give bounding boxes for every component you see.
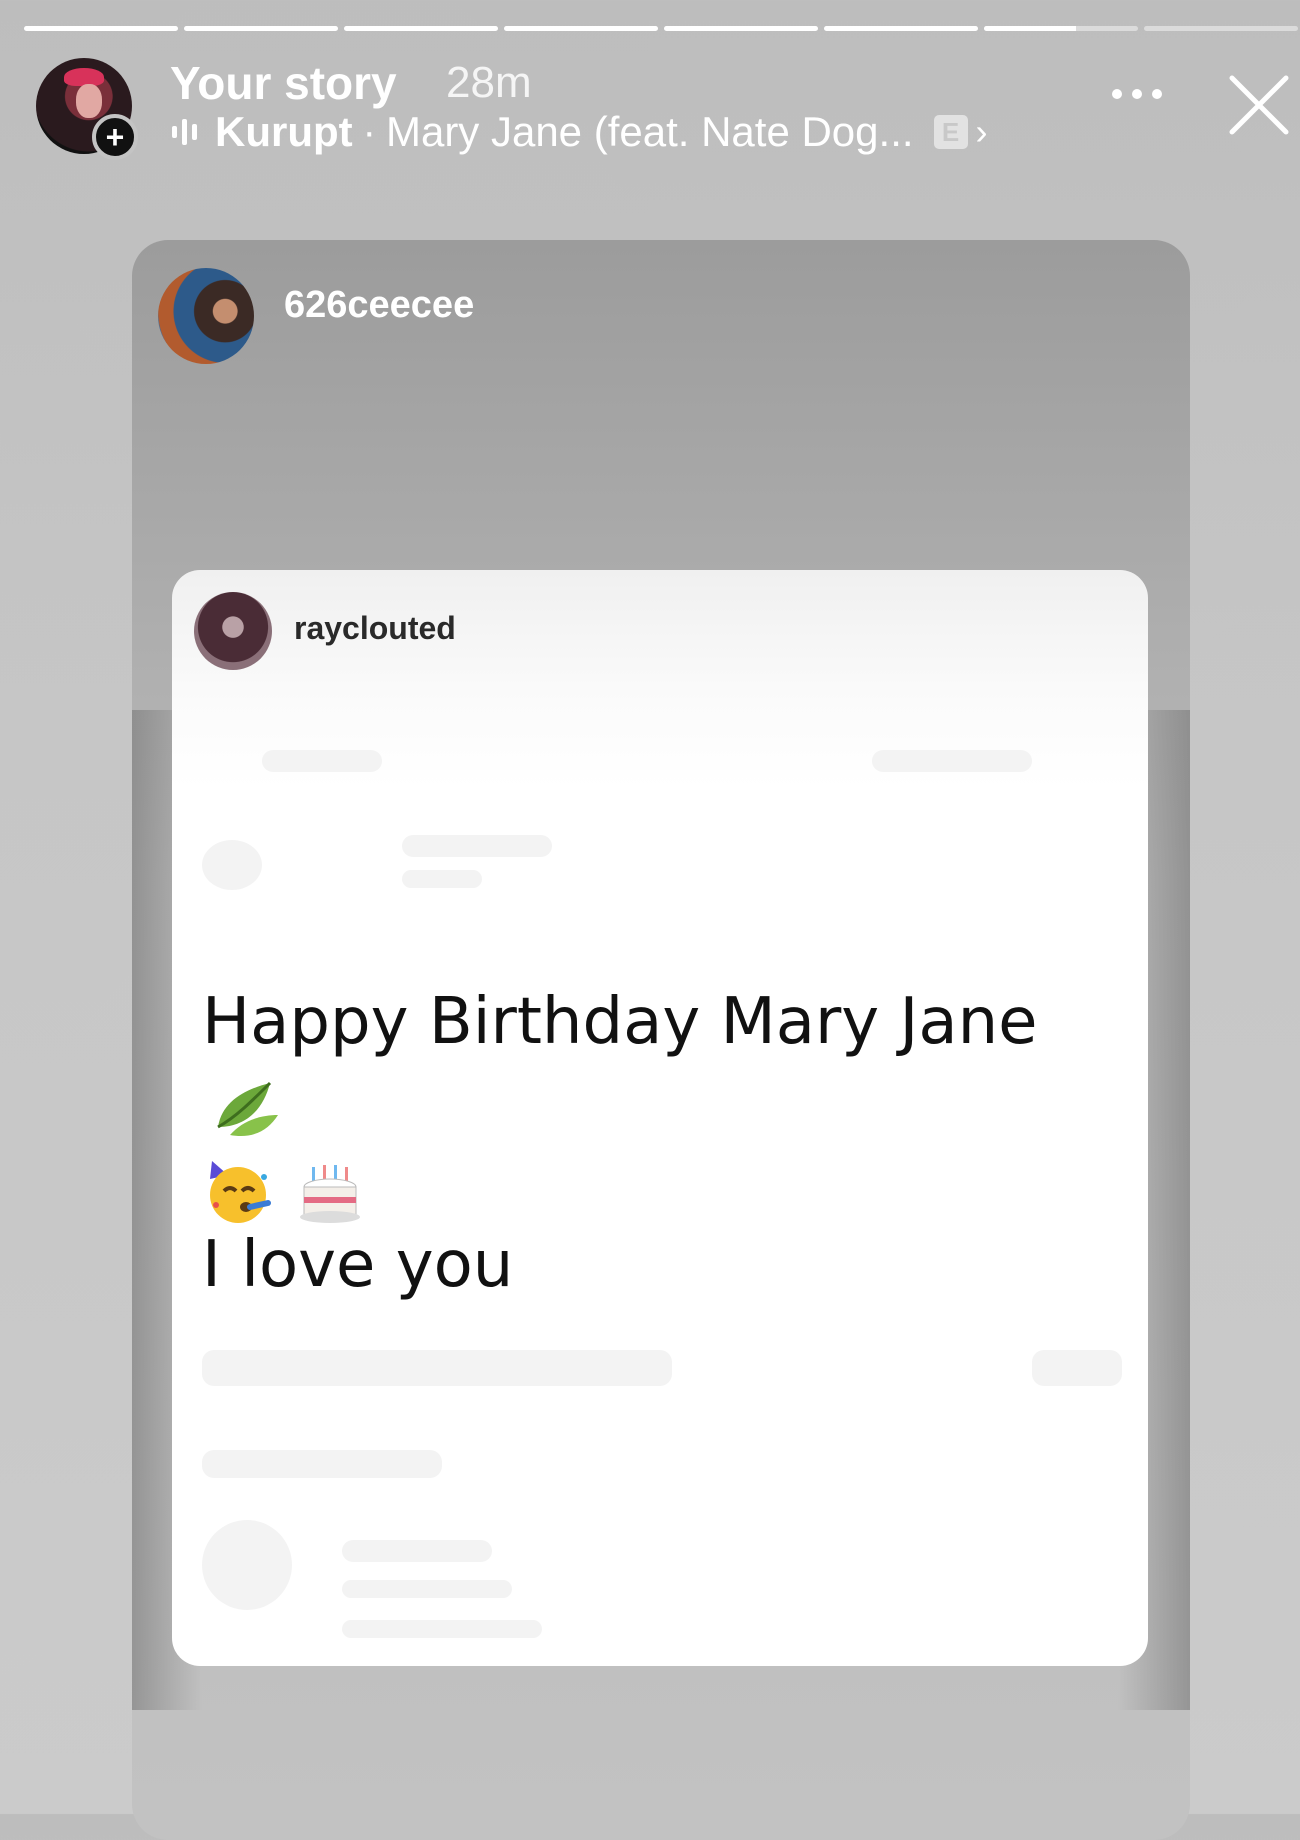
- embedded-post[interactable]: rayclouted Happy Birthday Mary Jane I lo…: [172, 570, 1148, 1666]
- progress-segment: [824, 26, 978, 31]
- story-progress-bar: [24, 26, 1298, 32]
- story-timestamp: 28m: [446, 58, 532, 107]
- post-username: rayclouted: [294, 610, 456, 646]
- partying-face-icon: [210, 1161, 271, 1224]
- message-line-2: I love you: [202, 1228, 514, 1302]
- audio-bars-icon: [172, 117, 197, 147]
- progress-segment: [1144, 26, 1298, 31]
- repost-username[interactable]: 626ceecee: [284, 284, 474, 327]
- add-story-icon[interactable]: +: [92, 114, 138, 160]
- music-artist: Kurupt: [215, 108, 353, 155]
- post-message: Happy Birthday Mary Jane: [202, 980, 1122, 1232]
- chevron-right-icon: ›: [975, 111, 988, 152]
- repost-avatar[interactable]: [158, 268, 254, 364]
- progress-segment: [184, 26, 338, 31]
- birthday-cake-icon: [300, 1165, 361, 1224]
- progress-segment: [984, 26, 1138, 31]
- reshared-post-card[interactable]: 626ceecee rayclouted Happy Birthday Mary…: [132, 240, 1190, 1840]
- music-sticker[interactable]: Kurupt · Mary Jane (feat. Nate Dog... E …: [172, 108, 988, 156]
- more-options-icon[interactable]: [1112, 84, 1168, 104]
- music-separator: ·: [362, 109, 376, 154]
- post-avatar: [194, 592, 272, 670]
- progress-segment: [664, 26, 818, 31]
- progress-segment: [24, 26, 178, 31]
- story-title[interactable]: Your story: [170, 56, 397, 110]
- message-line-1: Happy Birthday Mary Jane: [202, 985, 1038, 1059]
- progress-segment: [504, 26, 658, 31]
- leaf-icon: [217, 1082, 278, 1137]
- explicit-icon: E: [933, 115, 968, 149]
- music-song: Mary Jane (feat. Nate Dog...: [385, 108, 914, 155]
- close-icon[interactable]: [1226, 72, 1292, 138]
- progress-segment: [344, 26, 498, 31]
